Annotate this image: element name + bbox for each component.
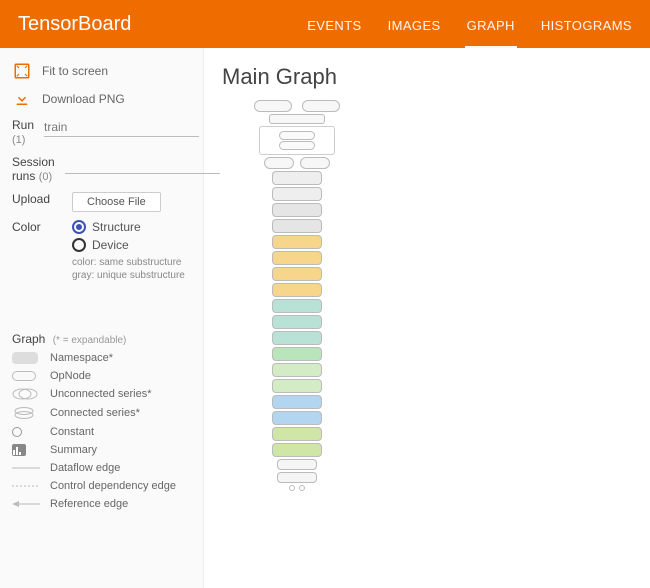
graph-node[interactable] — [272, 299, 322, 313]
session-runs-select[interactable] — [65, 155, 220, 174]
radio-unchecked-icon — [72, 238, 86, 252]
run-count: (1) — [12, 134, 25, 146]
graph-node[interactable] — [300, 157, 330, 169]
color-hint-1: color: same substructure — [72, 256, 193, 269]
graph-canvas[interactable] — [232, 100, 362, 491]
reference-edge-icon — [12, 500, 42, 508]
graph-node[interactable] — [272, 427, 322, 441]
legend-note: (* = expandable) — [53, 335, 127, 346]
graph-node[interactable] — [302, 100, 340, 112]
download-icon — [12, 90, 32, 108]
legend-item: Namespace* — [50, 352, 113, 364]
legend-title: Graph — [12, 332, 45, 346]
namespace-shape-icon — [12, 352, 42, 364]
graph-node[interactable] — [277, 459, 317, 470]
session-runs-count: (0) — [39, 171, 52, 183]
graph-node[interactable] — [254, 100, 292, 112]
unconnected-series-shape-icon — [12, 388, 42, 400]
dataflow-edge-icon — [12, 466, 42, 470]
legend-item: Reference edge — [50, 498, 128, 510]
graph-node[interactable] — [264, 157, 294, 169]
graph-node[interactable] — [272, 235, 322, 249]
legend-item: Connected series* — [50, 407, 140, 419]
graph-node[interactable] — [272, 251, 322, 265]
main-graph-title: Main Graph — [222, 64, 632, 90]
choose-file-button[interactable]: Choose File — [72, 192, 161, 212]
legend-item: OpNode — [50, 370, 91, 382]
legend-item: Summary — [50, 444, 97, 456]
graph-node[interactable] — [272, 283, 322, 297]
tab-images[interactable]: IMAGES — [388, 2, 441, 47]
run-label: Run — [12, 118, 34, 132]
graph-node[interactable] — [272, 267, 322, 281]
graph-node[interactable] — [272, 203, 322, 217]
graph-node[interactable] — [272, 219, 322, 233]
fit-screen-icon — [12, 62, 32, 80]
color-radio-structure[interactable]: Structure — [72, 220, 193, 234]
graph-node[interactable] — [272, 411, 322, 425]
download-png-button[interactable]: Download PNG — [42, 92, 125, 106]
tab-events[interactable]: EVENTS — [307, 2, 361, 47]
control-edge-icon — [12, 484, 42, 488]
tab-graph[interactable]: GRAPH — [467, 2, 515, 47]
graph-node[interactable] — [272, 315, 322, 329]
legend-item: Constant — [50, 426, 94, 438]
color-option-structure-label: Structure — [92, 220, 141, 234]
graph-node[interactable] — [272, 379, 322, 393]
fit-to-screen-button[interactable]: Fit to screen — [42, 64, 108, 78]
summary-shape-icon — [12, 444, 42, 456]
radio-checked-icon — [72, 220, 86, 234]
brand-title: TensorBoard — [18, 13, 307, 36]
run-select[interactable] — [44, 118, 199, 137]
graph-node[interactable] — [272, 331, 322, 345]
legend-item: Dataflow edge — [50, 462, 120, 474]
legend-item: Control dependency edge — [50, 480, 176, 492]
connected-series-shape-icon — [12, 406, 42, 420]
color-label: Color — [12, 220, 62, 234]
graph-node[interactable] — [272, 347, 322, 361]
graph-node[interactable] — [272, 187, 322, 201]
graph-node[interactable] — [272, 443, 322, 457]
graph-node[interactable] — [269, 114, 325, 124]
legend-item: Unconnected series* — [50, 388, 152, 400]
upload-label: Upload — [12, 192, 62, 206]
graph-node[interactable] — [272, 363, 322, 377]
graph-group[interactable] — [259, 126, 335, 155]
constant-shape-icon — [12, 427, 42, 437]
graph-node[interactable] — [272, 171, 322, 185]
graph-node[interactable] — [272, 395, 322, 409]
opnode-shape-icon — [12, 371, 42, 381]
tab-histograms[interactable]: HISTOGRAMS — [541, 2, 632, 47]
color-option-device-label: Device — [92, 238, 129, 252]
graph-node[interactable] — [277, 472, 317, 483]
color-hint-2: gray: unique substructure — [72, 269, 193, 282]
color-radio-device[interactable]: Device — [72, 238, 193, 252]
